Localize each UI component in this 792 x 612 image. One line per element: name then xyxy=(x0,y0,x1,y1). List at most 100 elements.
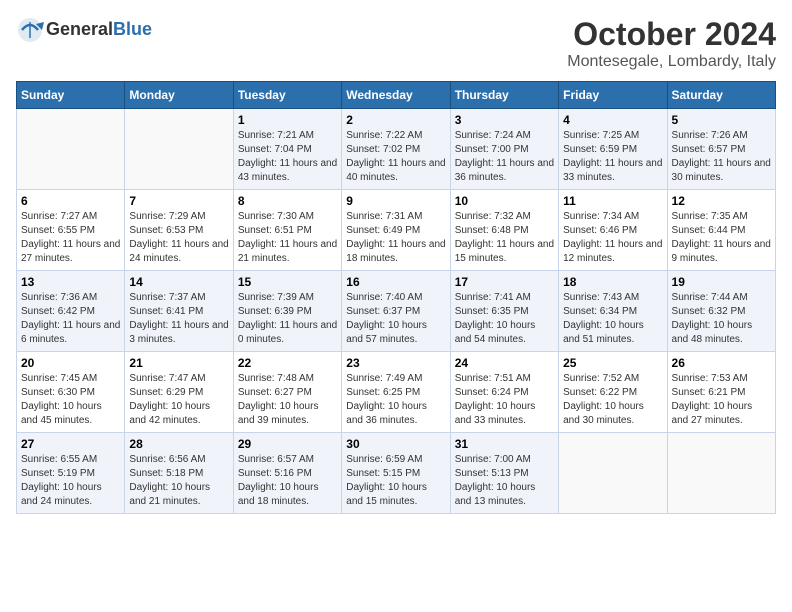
week-row-3: 13Sunrise: 7:36 AM Sunset: 6:42 PM Dayli… xyxy=(17,271,776,352)
calendar-cell: 7 Sunrise: 7:29 AM Sunset: 6:53 PM Daylig… xyxy=(125,190,233,271)
day-number: 1 xyxy=(238,113,337,127)
calendar-cell: 8 Sunrise: 7:30 AM Sunset: 6:51 PM Daylig… xyxy=(233,190,341,271)
calendar-cell: 30 Sunrise: 6:59 AM Sunset: 5:15 PM Dayli… xyxy=(342,433,450,514)
day-number: 2 xyxy=(346,113,445,127)
day-number: 4 xyxy=(563,113,662,127)
calendar-cell: 31Sunrise: 7:00 AM Sunset: 5:13 PM Dayli… xyxy=(450,433,558,514)
day-info: Sunrise: 7:39 AM Sunset: 6:39 PM Dayligh… xyxy=(238,291,337,347)
col-saturday: Saturday xyxy=(667,82,775,109)
col-tuesday: Tuesday xyxy=(233,82,341,109)
logo: GeneralBlue xyxy=(16,16,152,44)
day-info: Sunrise: 7:32 AM Sunset: 6:48 PM Dayligh… xyxy=(455,210,554,266)
col-sunday: Sunday xyxy=(17,82,125,109)
col-wednesday: Wednesday xyxy=(342,82,450,109)
day-info: Sunrise: 7:25 AM Sunset: 6:59 PM Dayligh… xyxy=(563,129,662,185)
day-number: 27 xyxy=(21,437,120,451)
calendar-cell: 5Sunrise: 7:26 AM Sunset: 6:57 PM Daylig… xyxy=(667,109,775,190)
calendar-cell: 16 Sunrise: 7:40 AM Sunset: 6:37 PM Dayli… xyxy=(342,271,450,352)
day-info: Sunrise: 7:49 AM Sunset: 6:25 PM Dayligh… xyxy=(346,372,445,428)
day-number: 11 xyxy=(563,194,662,208)
day-number: 15 xyxy=(238,275,337,289)
day-info: Sunrise: 7:29 AM Sunset: 6:53 PM Dayligh… xyxy=(129,210,228,266)
page-header: GeneralBlue October 2024 Montesegale, Lo… xyxy=(16,16,776,71)
week-row-5: 27 Sunrise: 6:55 AM Sunset: 5:19 PM Dayli… xyxy=(17,433,776,514)
calendar-cell: 17 Sunrise: 7:41 AM Sunset: 6:35 PM Dayli… xyxy=(450,271,558,352)
header-row: Sunday Monday Tuesday Wednesday Thursday… xyxy=(17,82,776,109)
day-info: Sunrise: 7:51 AM Sunset: 6:24 PM Dayligh… xyxy=(455,372,554,428)
day-info: Sunrise: 7:47 AM Sunset: 6:29 PM Dayligh… xyxy=(129,372,228,428)
calendar-cell: 23 Sunrise: 7:49 AM Sunset: 6:25 PM Dayli… xyxy=(342,352,450,433)
day-info: Sunrise: 7:37 AM Sunset: 6:41 PM Dayligh… xyxy=(129,291,228,347)
day-number: 10 xyxy=(455,194,554,208)
day-number: 26 xyxy=(672,356,771,370)
day-number: 3 xyxy=(455,113,554,127)
day-number: 17 xyxy=(455,275,554,289)
calendar-cell: 27 Sunrise: 6:55 AM Sunset: 5:19 PM Dayli… xyxy=(17,433,125,514)
calendar-cell: 18 Sunrise: 7:43 AM Sunset: 6:34 PM Dayli… xyxy=(559,271,667,352)
calendar-cell: 29 Sunrise: 6:57 AM Sunset: 5:16 PM Dayli… xyxy=(233,433,341,514)
day-info: Sunrise: 7:48 AM Sunset: 6:27 PM Dayligh… xyxy=(238,372,337,428)
day-info: Sunrise: 7:40 AM Sunset: 6:37 PM Dayligh… xyxy=(346,291,445,347)
calendar-cell xyxy=(17,109,125,190)
day-number: 18 xyxy=(563,275,662,289)
day-number: 7 xyxy=(129,194,228,208)
day-info: Sunrise: 7:00 AM Sunset: 5:13 PM Dayligh… xyxy=(455,453,554,509)
day-number: 25 xyxy=(563,356,662,370)
day-number: 22 xyxy=(238,356,337,370)
calendar-header: Sunday Monday Tuesday Wednesday Thursday… xyxy=(17,82,776,109)
calendar-body: 1 Sunrise: 7:21 AM Sunset: 7:04 PM Daylig… xyxy=(17,109,776,514)
calendar-cell: 14Sunrise: 7:37 AM Sunset: 6:41 PM Dayli… xyxy=(125,271,233,352)
day-info: Sunrise: 7:31 AM Sunset: 6:49 PM Dayligh… xyxy=(346,210,445,266)
calendar-cell: 28Sunrise: 6:56 AM Sunset: 5:18 PM Dayli… xyxy=(125,433,233,514)
calendar-cell: 15 Sunrise: 7:39 AM Sunset: 6:39 PM Dayli… xyxy=(233,271,341,352)
day-number: 30 xyxy=(346,437,445,451)
calendar-cell: 4 Sunrise: 7:25 AM Sunset: 6:59 PM Daylig… xyxy=(559,109,667,190)
calendar-cell: 1 Sunrise: 7:21 AM Sunset: 7:04 PM Daylig… xyxy=(233,109,341,190)
day-info: Sunrise: 6:57 AM Sunset: 5:16 PM Dayligh… xyxy=(238,453,337,509)
week-row-4: 20 Sunrise: 7:45 AM Sunset: 6:30 PM Dayli… xyxy=(17,352,776,433)
calendar-cell: 9 Sunrise: 7:31 AM Sunset: 6:49 PM Daylig… xyxy=(342,190,450,271)
calendar-cell: 11Sunrise: 7:34 AM Sunset: 6:46 PM Dayli… xyxy=(559,190,667,271)
day-number: 8 xyxy=(238,194,337,208)
day-number: 19 xyxy=(672,275,771,289)
day-info: Sunrise: 6:55 AM Sunset: 5:19 PM Dayligh… xyxy=(21,453,120,509)
day-info: Sunrise: 7:30 AM Sunset: 6:51 PM Dayligh… xyxy=(238,210,337,266)
calendar-cell: 19 Sunrise: 7:44 AM Sunset: 6:32 PM Dayli… xyxy=(667,271,775,352)
week-row-1: 1 Sunrise: 7:21 AM Sunset: 7:04 PM Daylig… xyxy=(17,109,776,190)
day-number: 24 xyxy=(455,356,554,370)
day-info: Sunrise: 7:21 AM Sunset: 7:04 PM Dayligh… xyxy=(238,129,337,185)
day-number: 9 xyxy=(346,194,445,208)
location-title: Montesegale, Lombardy, Italy xyxy=(567,53,776,71)
day-number: 12 xyxy=(672,194,771,208)
day-number: 21 xyxy=(129,356,228,370)
calendar-cell xyxy=(667,433,775,514)
col-thursday: Thursday xyxy=(450,82,558,109)
day-number: 16 xyxy=(346,275,445,289)
logo-general-text: GeneralBlue xyxy=(46,20,152,40)
calendar-cell: 12Sunrise: 7:35 AM Sunset: 6:44 PM Dayli… xyxy=(667,190,775,271)
calendar-cell: 22 Sunrise: 7:48 AM Sunset: 6:27 PM Dayli… xyxy=(233,352,341,433)
day-info: Sunrise: 7:41 AM Sunset: 6:35 PM Dayligh… xyxy=(455,291,554,347)
day-info: Sunrise: 7:52 AM Sunset: 6:22 PM Dayligh… xyxy=(563,372,662,428)
calendar-cell: 24 Sunrise: 7:51 AM Sunset: 6:24 PM Dayli… xyxy=(450,352,558,433)
day-number: 6 xyxy=(21,194,120,208)
day-info: Sunrise: 6:59 AM Sunset: 5:15 PM Dayligh… xyxy=(346,453,445,509)
calendar-cell: 13Sunrise: 7:36 AM Sunset: 6:42 PM Dayli… xyxy=(17,271,125,352)
day-info: Sunrise: 7:24 AM Sunset: 7:00 PM Dayligh… xyxy=(455,129,554,185)
day-number: 28 xyxy=(129,437,228,451)
day-number: 20 xyxy=(21,356,120,370)
day-info: Sunrise: 7:44 AM Sunset: 6:32 PM Dayligh… xyxy=(672,291,771,347)
day-info: Sunrise: 7:45 AM Sunset: 6:30 PM Dayligh… xyxy=(21,372,120,428)
day-number: 29 xyxy=(238,437,337,451)
calendar-cell: 10 Sunrise: 7:32 AM Sunset: 6:48 PM Dayli… xyxy=(450,190,558,271)
calendar-cell: 2Sunrise: 7:22 AM Sunset: 7:02 PM Daylig… xyxy=(342,109,450,190)
calendar-table: Sunday Monday Tuesday Wednesday Thursday… xyxy=(16,81,776,514)
calendar-cell xyxy=(125,109,233,190)
calendar-cell: 25 Sunrise: 7:52 AM Sunset: 6:22 PM Dayli… xyxy=(559,352,667,433)
day-info: Sunrise: 7:43 AM Sunset: 6:34 PM Dayligh… xyxy=(563,291,662,347)
day-number: 23 xyxy=(346,356,445,370)
day-number: 5 xyxy=(672,113,771,127)
calendar-cell: 21 Sunrise: 7:47 AM Sunset: 6:29 PM Dayli… xyxy=(125,352,233,433)
calendar-cell: 20 Sunrise: 7:45 AM Sunset: 6:30 PM Dayli… xyxy=(17,352,125,433)
logo-text: GeneralBlue xyxy=(46,20,152,40)
